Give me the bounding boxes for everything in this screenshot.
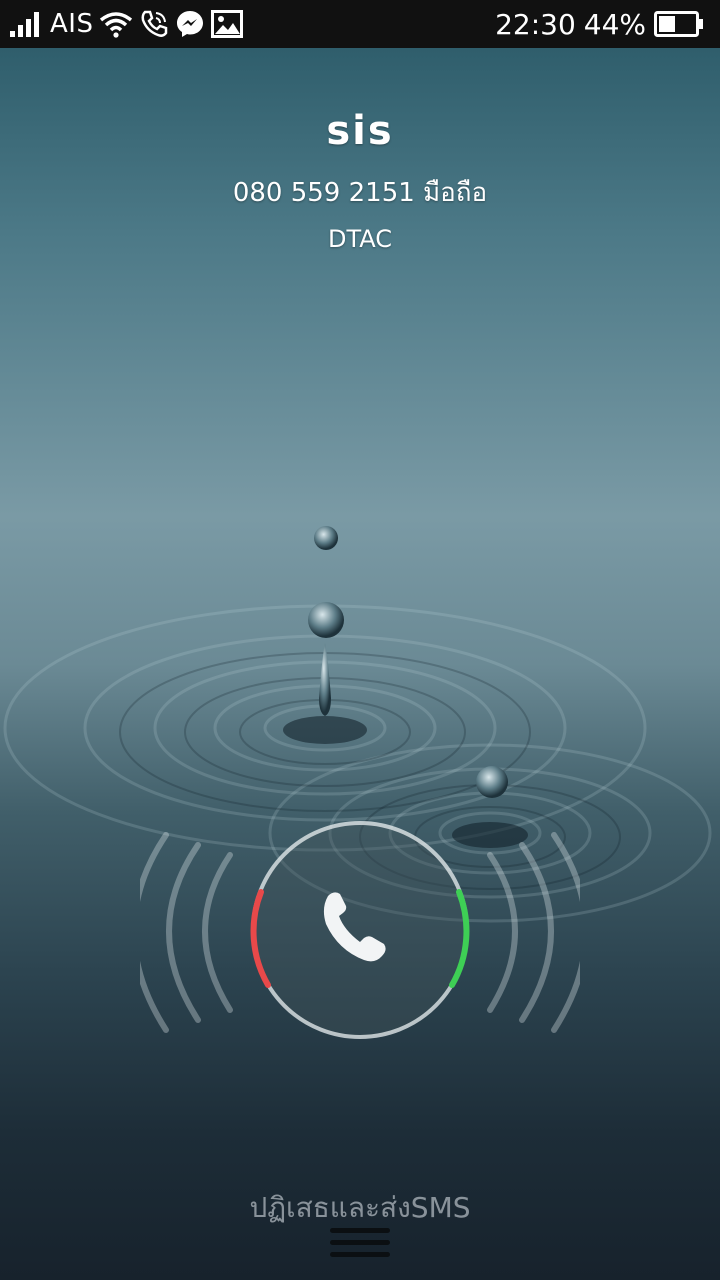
messenger-icon <box>175 9 205 39</box>
carrier-name: AIS <box>50 9 94 39</box>
battery-percent: 44% <box>583 7 646 41</box>
clock: 22:30 <box>495 7 576 41</box>
drag-handle[interactable] <box>330 1228 390 1268</box>
caller-name: sis <box>326 108 394 154</box>
caller-number: 080 559 2151 มือถือ <box>232 178 488 208</box>
battery-icon <box>654 11 704 37</box>
reject-with-sms-button[interactable]: ปฏิเสธและส่งSMS <box>0 1186 720 1230</box>
gallery-icon <box>211 10 244 38</box>
wifi-icon <box>99 10 133 38</box>
signal-icon <box>10 11 44 37</box>
answer-ring[interactable] <box>251 821 469 1039</box>
caller-info: sis 080 559 2151 มือถือ DTAC <box>0 108 720 253</box>
status-bar: AIS 22:30 44% <box>0 0 720 48</box>
caller-carrier: DTAC <box>327 225 393 253</box>
right-sound-waves <box>487 832 580 1033</box>
answer-call-widget[interactable] <box>140 815 580 1045</box>
call-icon <box>139 9 169 39</box>
left-sound-waves <box>140 832 233 1033</box>
